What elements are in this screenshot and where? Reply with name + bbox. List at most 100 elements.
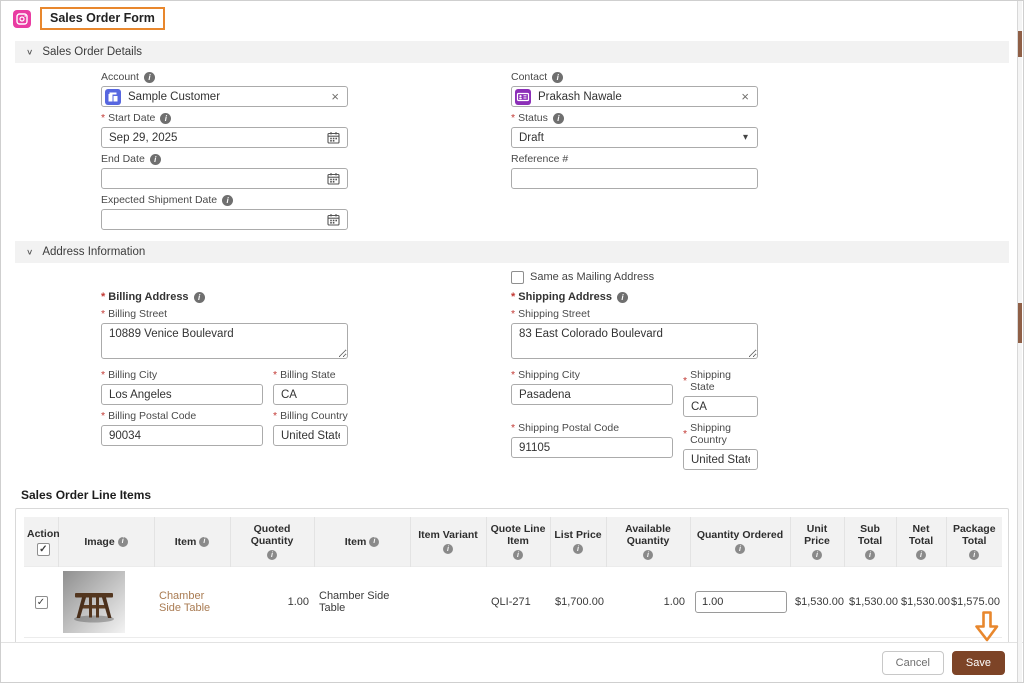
select-all-checkbox[interactable]: ✓ [37,543,50,556]
section-sales-order-details[interactable]: ∨ Sales Order Details [15,41,1009,63]
table-row: ✓ Chamb [24,567,1002,638]
chevron-down-icon[interactable]: ∨ [26,248,33,257]
shipping-country-input[interactable] [684,450,757,469]
item-cell: Chamber Side Table [314,567,410,638]
shipping-postal-code-input[interactable] [512,438,672,457]
quantity-ordered-input[interactable] [695,591,787,613]
billing-postal-code-label: Billing Postal Code [108,410,196,422]
calendar-icon[interactable] [320,172,347,185]
contact-input[interactable] [531,87,733,106]
col-item2: Itemi [314,517,410,567]
col-quantity-ordered: Quantity Orderedi [690,517,790,567]
info-icon[interactable]: i [160,113,171,124]
expected-shipment-date-label: Expected Shipment Date [101,194,217,206]
billing-postal-code-input[interactable] [102,426,262,445]
section-address-information[interactable]: ∨ Address Information [15,241,1009,263]
contact-label: Contact i [511,71,758,83]
dropdown-arrow-icon[interactable]: ▾ [734,132,757,143]
billing-street-input[interactable]: 10889 Venice Boulevard [101,323,348,359]
info-icon[interactable]: i [267,550,277,560]
info-icon[interactable]: i [150,154,161,165]
info-icon[interactable]: i [199,537,209,547]
account-input[interactable] [121,87,323,106]
billing-city-input[interactable] [102,385,262,404]
billing-country-input[interactable] [274,426,347,445]
same-as-mailing-checkbox[interactable] [511,271,524,284]
reference-input[interactable] [512,169,757,188]
info-icon[interactable]: i [865,550,875,560]
info-icon[interactable]: i [969,550,979,560]
info-icon[interactable]: i [513,550,523,560]
info-icon[interactable]: i [118,537,128,547]
billing-street-label: Billing Street [108,308,167,320]
item-variant-cell [410,567,486,638]
status-select[interactable]: Draft ▾ [511,127,758,148]
info-icon[interactable]: i [735,544,745,554]
info-icon[interactable]: i [443,544,453,554]
shipping-street-field: *Shipping Street 83 East Colorado Boulev… [511,308,758,364]
expected-shipment-date-input[interactable] [102,210,320,229]
account-label: Account i [101,71,348,83]
cancel-button[interactable]: Cancel [882,651,944,675]
clear-icon[interactable]: × [733,89,757,104]
billing-state-input[interactable] [274,385,347,404]
shipping-state-input[interactable] [684,397,757,416]
address-form: * Billing Address i *Billing Street 1088… [1,263,1023,474]
section-title: Address Information [42,246,145,258]
status-field: * Status i Draft ▾ [511,112,758,148]
info-icon[interactable]: i [194,292,205,303]
calendar-icon[interactable] [320,131,347,144]
page-header: Sales Order Form [1,1,1023,34]
annotation-arrow-icon [975,611,999,648]
info-icon[interactable]: i [573,544,583,554]
calendar-icon[interactable] [320,213,347,226]
same-as-mailing-row: Same as Mailing Address [511,269,758,285]
chevron-down-icon[interactable]: ∨ [26,48,33,57]
shipping-state-label: Shipping State [690,369,758,393]
info-icon[interactable]: i [617,292,628,303]
info-icon[interactable]: i [643,550,653,560]
shipping-city-input[interactable] [512,385,672,404]
info-icon[interactable]: i [369,537,379,547]
status-selected-value: Draft [512,132,734,144]
same-as-mailing-label: Same as Mailing Address [530,271,654,283]
col-unit-price: Unit Pricei [790,517,844,567]
info-icon[interactable]: i [552,72,563,83]
info-icon[interactable]: i [812,550,822,560]
reference-label: Reference # [511,153,568,165]
info-icon[interactable]: i [916,550,926,560]
billing-country-field: *Billing Country [273,410,348,446]
info-icon[interactable]: i [222,195,233,206]
required-marker: * [511,112,515,124]
net-total-cell: $1,530.00 [896,567,946,638]
item-link[interactable]: Chamber Side Table [159,590,210,614]
sub-total-cell: $1,530.00 [844,567,896,638]
reference-field: Reference # [511,153,758,189]
contact-record-icon [515,89,531,105]
line-items-title: Sales Order Line Items [21,488,1023,502]
details-form: Account i × * Start Date i [1,63,1023,230]
row-checkbox[interactable]: ✓ [35,596,48,609]
info-icon[interactable]: i [144,72,155,83]
col-item-variant: Item Varianti [410,517,486,567]
vertical-scrollbar[interactable] [1017,1,1022,682]
clear-icon[interactable]: × [323,89,347,104]
sales-order-form-page: Sales Order Form ∨ Sales Order Details A… [0,0,1024,683]
table-header-row: Action ✓ Imagei Itemi Quoted Quantityi I… [24,517,1002,567]
billing-city-label: Billing City [108,369,157,381]
col-quoted-quantity: Quoted Quantityi [230,517,314,567]
page-title: Sales Order Form [40,7,165,30]
end-date-input[interactable] [102,169,320,188]
info-icon[interactable]: i [553,113,564,124]
contact-field: Contact i × [511,71,758,107]
start-date-input[interactable] [102,128,320,147]
billing-state-field: *Billing State [273,369,348,405]
end-date-field: End Date i [101,153,348,189]
shipping-postal-code-field: *Shipping Postal Code [511,422,673,470]
col-quote-line-item: Quote Line Itemi [486,517,550,567]
save-button[interactable]: Save [952,651,1005,675]
end-date-label: End Date [101,153,145,165]
shipping-state-field: *Shipping State [683,369,758,417]
shipping-street-label: Shipping Street [518,308,590,320]
shipping-street-input[interactable]: 83 East Colorado Boulevard [511,323,758,359]
